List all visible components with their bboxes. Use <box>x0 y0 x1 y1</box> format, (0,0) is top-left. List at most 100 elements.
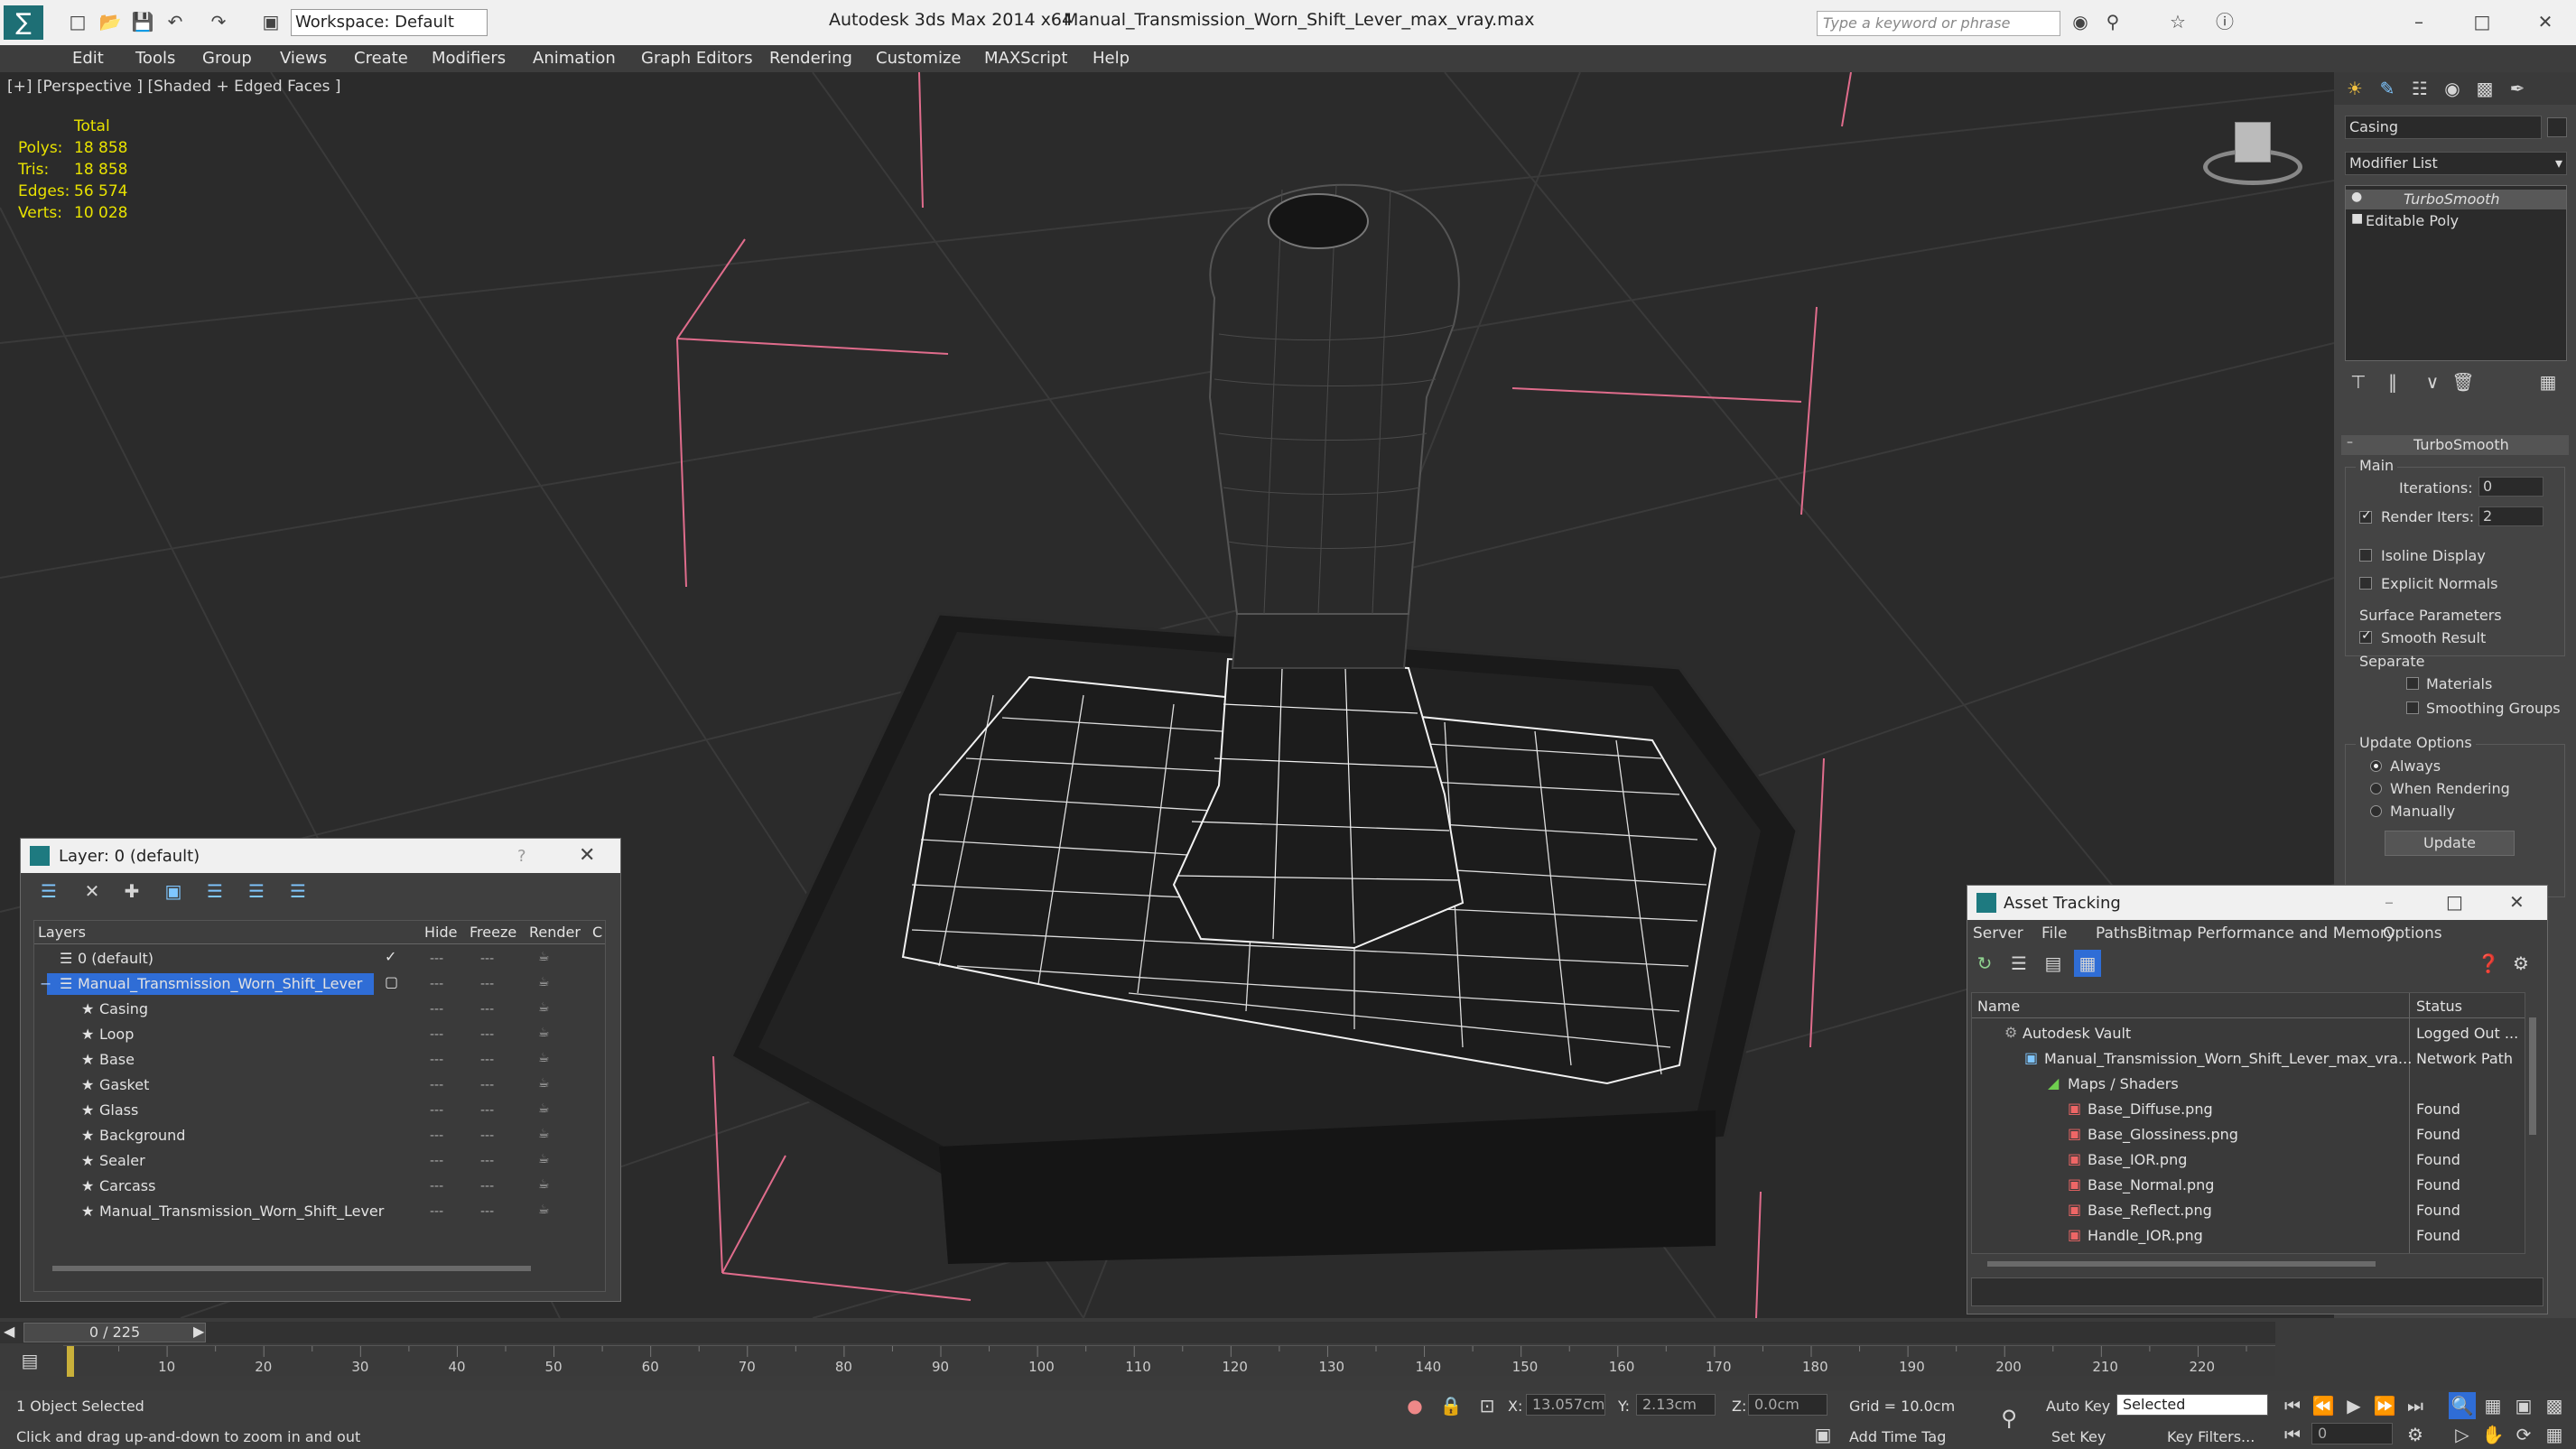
viewcube[interactable] <box>2203 122 2302 190</box>
asset-menu-server[interactable]: Server <box>1973 924 2023 943</box>
freeze-toggle[interactable]: --- <box>480 1154 494 1168</box>
modifier-stack[interactable]: ● TurboSmooth ■ Editable Poly <box>2345 185 2567 361</box>
zoom-all-icon[interactable]: ▦ <box>2479 1392 2506 1419</box>
explicit-normals-checkbox[interactable] <box>2359 577 2372 590</box>
go-to-start-icon[interactable]: ⏮ <box>2279 1392 2306 1419</box>
zoom-extents-icon[interactable]: ▣ <box>2510 1392 2537 1419</box>
pan-icon[interactable]: ✋ <box>2479 1421 2506 1448</box>
create-tab-icon[interactable]: ☀ <box>2341 75 2368 102</box>
render-iters-spinner[interactable]: 2 <box>2478 506 2543 526</box>
minimize-icon[interactable]: – <box>2406 9 2432 34</box>
lightbulb-icon[interactable]: ● <box>2351 190 2362 204</box>
table-row[interactable]: ▣ Base_Diffuse.png Found <box>1972 1096 2525 1121</box>
asset-settings-icon[interactable]: ⚙ <box>2507 950 2534 977</box>
object-color-swatch[interactable] <box>2547 117 2567 137</box>
communication-icon[interactable]: ⚲ <box>2100 9 2125 34</box>
freeze-toggle[interactable]: --- <box>480 1027 494 1042</box>
asset-close-icon[interactable]: ✕ <box>2509 891 2525 913</box>
hide-toggle[interactable]: --- <box>430 1204 443 1219</box>
table-view-icon[interactable]: ▦ <box>2074 950 2101 977</box>
column-hide[interactable]: Hide <box>424 924 457 941</box>
object-row[interactable]: ★ Base --- --- ☕ <box>34 1047 605 1073</box>
current-frame-field[interactable]: 0 <box>2311 1423 2393 1444</box>
asset-maximize-icon[interactable]: □ <box>2446 891 2463 913</box>
render-iters-checkbox[interactable] <box>2359 508 2372 524</box>
update-button[interactable]: Update <box>2385 831 2515 856</box>
iterations-spinner[interactable]: 0 <box>2478 477 2543 497</box>
x-coordinate-field[interactable]: 13.057cm <box>1526 1394 1605 1416</box>
freeze-toggle[interactable]: --- <box>480 1078 494 1092</box>
key-mode-toggle-icon[interactable]: ⏮ <box>2279 1421 2306 1448</box>
selection-lock-icon[interactable]: 🔒 <box>1437 1392 1465 1419</box>
create-layer-icon[interactable]: ☰ <box>35 878 62 905</box>
add-to-layer-icon[interactable]: ✚ <box>118 878 145 905</box>
time-slider-thumb[interactable]: 0 / 225 <box>23 1323 206 1342</box>
render-teapot-icon[interactable]: ☕ <box>538 950 550 964</box>
smooth-result-checkbox[interactable] <box>2359 628 2372 644</box>
redo-icon[interactable]: ↷ <box>206 9 231 34</box>
maximize-viewport-icon[interactable]: ▦ <box>2541 1421 2568 1448</box>
configure-sets-icon[interactable]: ▦ <box>2534 368 2562 395</box>
show-end-result-icon[interactable]: ‖ <box>2379 368 2406 395</box>
menu-tools[interactable]: Tools <box>135 49 175 68</box>
render-teapot-icon[interactable]: ☕ <box>538 1101 550 1116</box>
menu-group[interactable]: Group <box>202 49 252 68</box>
layer-tree-scrollbar[interactable] <box>52 1266 531 1271</box>
open-file-icon[interactable]: 📂 <box>98 9 123 34</box>
table-row[interactable]: ▣ Base_IOR.png Found <box>1972 1147 2525 1172</box>
refresh-icon[interactable]: ↻ <box>1971 950 1998 977</box>
time-configuration-icon[interactable]: ⚙ <box>2402 1421 2429 1448</box>
track-bar[interactable]: 10 20 30 40 50 60 70 80 90 100 110 120 130 140 150 160 1… <box>63 1345 2275 1377</box>
display-tab-icon[interactable]: ▩ <box>2471 75 2498 102</box>
object-row[interactable]: ★ Casing --- --- ☕ <box>34 997 605 1022</box>
turbosmooth-rollout-header[interactable]: – TurboSmooth <box>2341 435 2569 455</box>
materials-checkbox[interactable] <box>2406 677 2419 690</box>
menu-rendering[interactable]: Rendering <box>769 49 852 68</box>
hierarchy-tab-icon[interactable]: ☷ <box>2406 75 2433 102</box>
render-teapot-icon[interactable]: ☕ <box>538 1127 550 1141</box>
object-name-field[interactable]: Casing <box>2345 116 2542 139</box>
update-manually-radio[interactable] <box>2370 805 2382 817</box>
key-filters-button[interactable]: Key Filters... <box>2167 1428 2255 1445</box>
help-icon[interactable]: ⓘ <box>2212 9 2237 34</box>
field-of-view-icon[interactable]: ▷ <box>2449 1421 2476 1448</box>
time-slider-prev-icon[interactable]: ◀ <box>4 1323 14 1340</box>
isoline-display-checkbox[interactable] <box>2359 549 2372 562</box>
favorites-icon[interactable]: ☆ <box>2165 9 2190 34</box>
render-teapot-icon[interactable]: ☕ <box>538 1000 550 1015</box>
project-icon[interactable]: ▣ <box>258 9 284 34</box>
table-row[interactable]: ▣ Manual_Transmission_Worn_Shift_Lever_m… <box>1972 1045 2525 1071</box>
menu-help[interactable]: Help <box>1093 49 1130 68</box>
new-file-icon[interactable]: □ <box>65 9 90 34</box>
object-row[interactable]: ★ Glass --- --- ☕ <box>34 1098 605 1123</box>
orbit-icon[interactable]: ⟳ <box>2510 1421 2537 1448</box>
menu-modifiers[interactable]: Modifiers <box>432 49 506 68</box>
menu-views[interactable]: Views <box>280 49 327 68</box>
hide-toggle[interactable]: --- <box>430 1129 443 1143</box>
object-row[interactable]: ★ Loop --- --- ☕ <box>34 1022 605 1047</box>
key-selection-dropdown[interactable]: Selected <box>2116 1394 2268 1416</box>
freeze-all-icon[interactable]: ☰ <box>284 878 312 905</box>
hide-toggle[interactable]: --- <box>430 1002 443 1017</box>
freeze-toggle[interactable]: --- <box>480 1103 494 1118</box>
hide-toggle[interactable]: --- <box>430 977 443 991</box>
freeze-toggle[interactable]: --- <box>480 977 494 991</box>
current-layer-box-icon[interactable]: ▢ <box>385 973 398 990</box>
maximize-icon[interactable]: □ <box>2469 9 2495 34</box>
set-key-button[interactable]: Set Key <box>2051 1428 2106 1445</box>
smoothing-groups-checkbox[interactable] <box>2406 701 2419 714</box>
menu-create[interactable]: Create <box>354 49 408 68</box>
remove-modifier-icon[interactable]: 🗑 <box>2450 368 2477 395</box>
render-teapot-icon[interactable]: ☕ <box>538 1203 550 1217</box>
table-row[interactable]: ▣ Base_Reflect.png Found <box>1972 1197 2525 1222</box>
previous-frame-icon[interactable]: ⏪ <box>2310 1392 2337 1419</box>
next-frame-icon[interactable]: ⏩ <box>2371 1392 2398 1419</box>
update-when-rendering-radio[interactable] <box>2370 783 2382 794</box>
add-time-tag-icon[interactable]: ▣ <box>1809 1421 1837 1448</box>
asset-help-icon[interactable]: ❓ <box>2475 950 2502 977</box>
render-teapot-icon[interactable]: ☕ <box>538 975 550 989</box>
workspace-dropdown[interactable]: Workspace: Default <box>291 9 488 36</box>
object-row[interactable]: ★ Background --- --- ☕ <box>34 1123 605 1148</box>
expand-icon[interactable]: ■ <box>2351 211 2363 226</box>
render-teapot-icon[interactable]: ☕ <box>538 1177 550 1192</box>
